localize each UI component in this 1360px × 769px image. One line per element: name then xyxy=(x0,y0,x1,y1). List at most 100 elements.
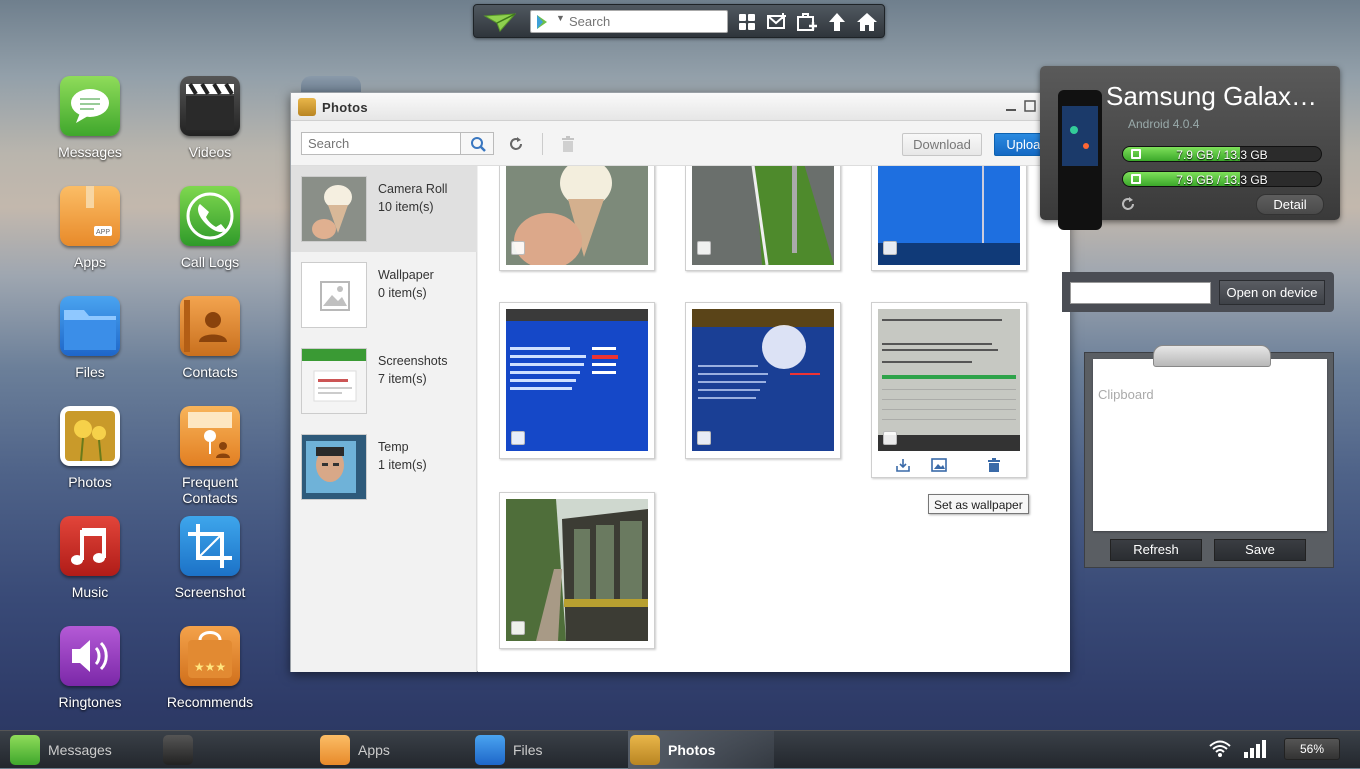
photos-window: Photos Download Upload Camera Roll 10 it… xyxy=(290,92,1070,672)
photo-thumbnail xyxy=(692,309,834,451)
photo-item[interactable] xyxy=(685,166,841,271)
photos-icon xyxy=(60,406,120,466)
album-name: Wallpaper xyxy=(378,268,434,282)
desktop-icon-label: Videos xyxy=(188,144,232,160)
album-thumbnail xyxy=(301,434,367,500)
desktop-icon-label: Contacts xyxy=(182,364,238,380)
photo-item[interactable] xyxy=(499,492,655,649)
taskbar-item-apps[interactable]: Apps xyxy=(320,731,460,769)
detail-button[interactable]: Detail xyxy=(1256,194,1324,215)
clipboard-refresh-button[interactable]: Refresh xyxy=(1110,539,1202,561)
photo-checkbox[interactable] xyxy=(883,241,897,255)
desktop-files[interactable]: Files xyxy=(35,296,145,396)
chevron-down-icon[interactable]: ▼ xyxy=(556,13,565,23)
url-input[interactable] xyxy=(1070,282,1211,304)
open-on-device-button[interactable]: Open on device xyxy=(1219,280,1325,305)
desktop-icon-label: Frequent Contacts xyxy=(181,474,239,506)
app-search-input[interactable] xyxy=(569,12,719,31)
album-count: 10 item(s) xyxy=(378,200,434,214)
photo-checkbox[interactable] xyxy=(511,621,525,635)
home-icon[interactable] xyxy=(856,11,878,33)
album-name: Screenshots xyxy=(378,354,448,368)
desktop-recommends[interactable]: ★★★ Recommends xyxy=(155,626,265,726)
clipboard-text-area[interactable]: Clipboard xyxy=(1093,359,1327,531)
refresh-icon[interactable] xyxy=(507,135,525,153)
photo-search-input[interactable] xyxy=(301,132,461,155)
airdroid-logo-icon[interactable] xyxy=(482,11,518,33)
desktop-messages[interactable]: Messages xyxy=(35,76,145,176)
ringtones-icon xyxy=(60,626,120,686)
desktop-music[interactable]: Music xyxy=(35,516,145,616)
recommends-icon: ★★★ xyxy=(180,626,240,686)
taskbar-item-photos[interactable]: Photos xyxy=(628,731,774,769)
album-count: 1 item(s) xyxy=(378,458,427,472)
desktop-call-logs[interactable]: Call Logs xyxy=(155,186,265,286)
album-wallpaper[interactable]: Wallpaper 0 item(s) xyxy=(291,252,477,338)
clipboard-widget: Clipboard Refresh Save xyxy=(1084,345,1334,568)
set-as-wallpaper-icon[interactable] xyxy=(931,458,947,472)
desktop-icon-label: Recommends xyxy=(166,694,254,710)
tooltip: Set as wallpaper xyxy=(928,494,1029,514)
phone-storage-bar: 7.9 GB / 13.3 GB xyxy=(1122,146,1322,162)
photo-item[interactable] xyxy=(871,166,1027,271)
svg-text:APP: APP xyxy=(96,229,110,236)
desktop-icon-label: Ringtones xyxy=(58,694,122,710)
album-camera-roll[interactable]: Camera Roll 10 item(s) xyxy=(291,166,477,252)
photo-checkbox[interactable] xyxy=(511,431,525,445)
clipboard-save-button[interactable]: Save xyxy=(1214,539,1306,561)
new-message-icon[interactable] xyxy=(766,11,788,33)
album-count: 7 item(s) xyxy=(378,372,427,386)
taskbar-item-files[interactable]: Files xyxy=(475,731,615,769)
search-icon xyxy=(471,137,486,152)
photo-checkbox[interactable] xyxy=(697,431,711,445)
desktop-photos[interactable]: Photos xyxy=(35,406,145,506)
svg-text:★★★: ★★★ xyxy=(194,660,226,674)
device-panel: Samsung Galax… Android 4.0.4 7.9 GB / 13… xyxy=(1040,66,1340,230)
desktop-ringtones[interactable]: Ringtones xyxy=(35,626,145,726)
upload-icon[interactable] xyxy=(826,11,848,33)
desktop-videos[interactable]: Videos xyxy=(155,76,265,176)
grid-icon[interactable] xyxy=(736,11,758,33)
taskbar-item-label: Messages xyxy=(48,742,112,758)
download-to-pc-icon[interactable] xyxy=(895,458,911,472)
photo-item[interactable] xyxy=(685,302,841,459)
download-button[interactable]: Download xyxy=(902,133,982,156)
maximize-icon[interactable] xyxy=(1022,98,1038,114)
files-icon xyxy=(60,296,120,356)
trash-icon[interactable] xyxy=(560,135,576,153)
call-logs-icon xyxy=(180,186,240,246)
taskbar-item-messages[interactable]: Messages xyxy=(10,731,150,769)
contacts-icon xyxy=(180,296,240,356)
app-search-box[interactable]: ▼ xyxy=(530,10,728,33)
sd-card-storage-bar: 7.9 GB / 13.3 GB xyxy=(1122,171,1322,187)
search-button[interactable] xyxy=(460,132,494,155)
album-screenshots[interactable]: Screenshots 7 item(s) xyxy=(291,338,477,424)
window-toolbar: Download Upload xyxy=(291,121,1069,166)
photo-grid xyxy=(478,166,1070,672)
desktop-contacts[interactable]: Contacts xyxy=(155,296,265,396)
desktop-icon-label: Messages xyxy=(58,144,122,160)
photo-item[interactable] xyxy=(499,302,655,459)
wifi-icon xyxy=(1209,740,1231,758)
photo-item[interactable] xyxy=(871,302,1027,478)
photo-thumbnail xyxy=(506,499,648,641)
photo-checkbox[interactable] xyxy=(511,241,525,255)
add-app-icon[interactable] xyxy=(796,11,818,33)
desktop-frequent-contacts[interactable]: Frequent Contacts xyxy=(155,406,265,506)
battery-indicator: 56% xyxy=(1284,738,1340,760)
photo-checkbox[interactable] xyxy=(883,431,897,445)
photo-item[interactable] xyxy=(499,166,655,271)
taskbar-item-unknown[interactable] xyxy=(163,731,293,769)
album-temp[interactable]: Temp 1 item(s) xyxy=(291,424,477,510)
clipboard-placeholder: Clipboard xyxy=(1098,387,1154,402)
photo-checkbox[interactable] xyxy=(697,241,711,255)
window-titlebar[interactable]: Photos xyxy=(291,93,1069,121)
minimize-icon[interactable] xyxy=(1003,98,1019,114)
desktop-screenshot[interactable]: Screenshot xyxy=(155,516,265,616)
photo-thumbnail xyxy=(878,166,1020,265)
trash-icon[interactable] xyxy=(986,458,1002,472)
window-title: Photos xyxy=(322,100,368,115)
desktop-apps[interactable]: APP Apps xyxy=(35,186,145,286)
refresh-icon[interactable] xyxy=(1120,196,1136,212)
photo-thumbnail xyxy=(878,309,1020,451)
